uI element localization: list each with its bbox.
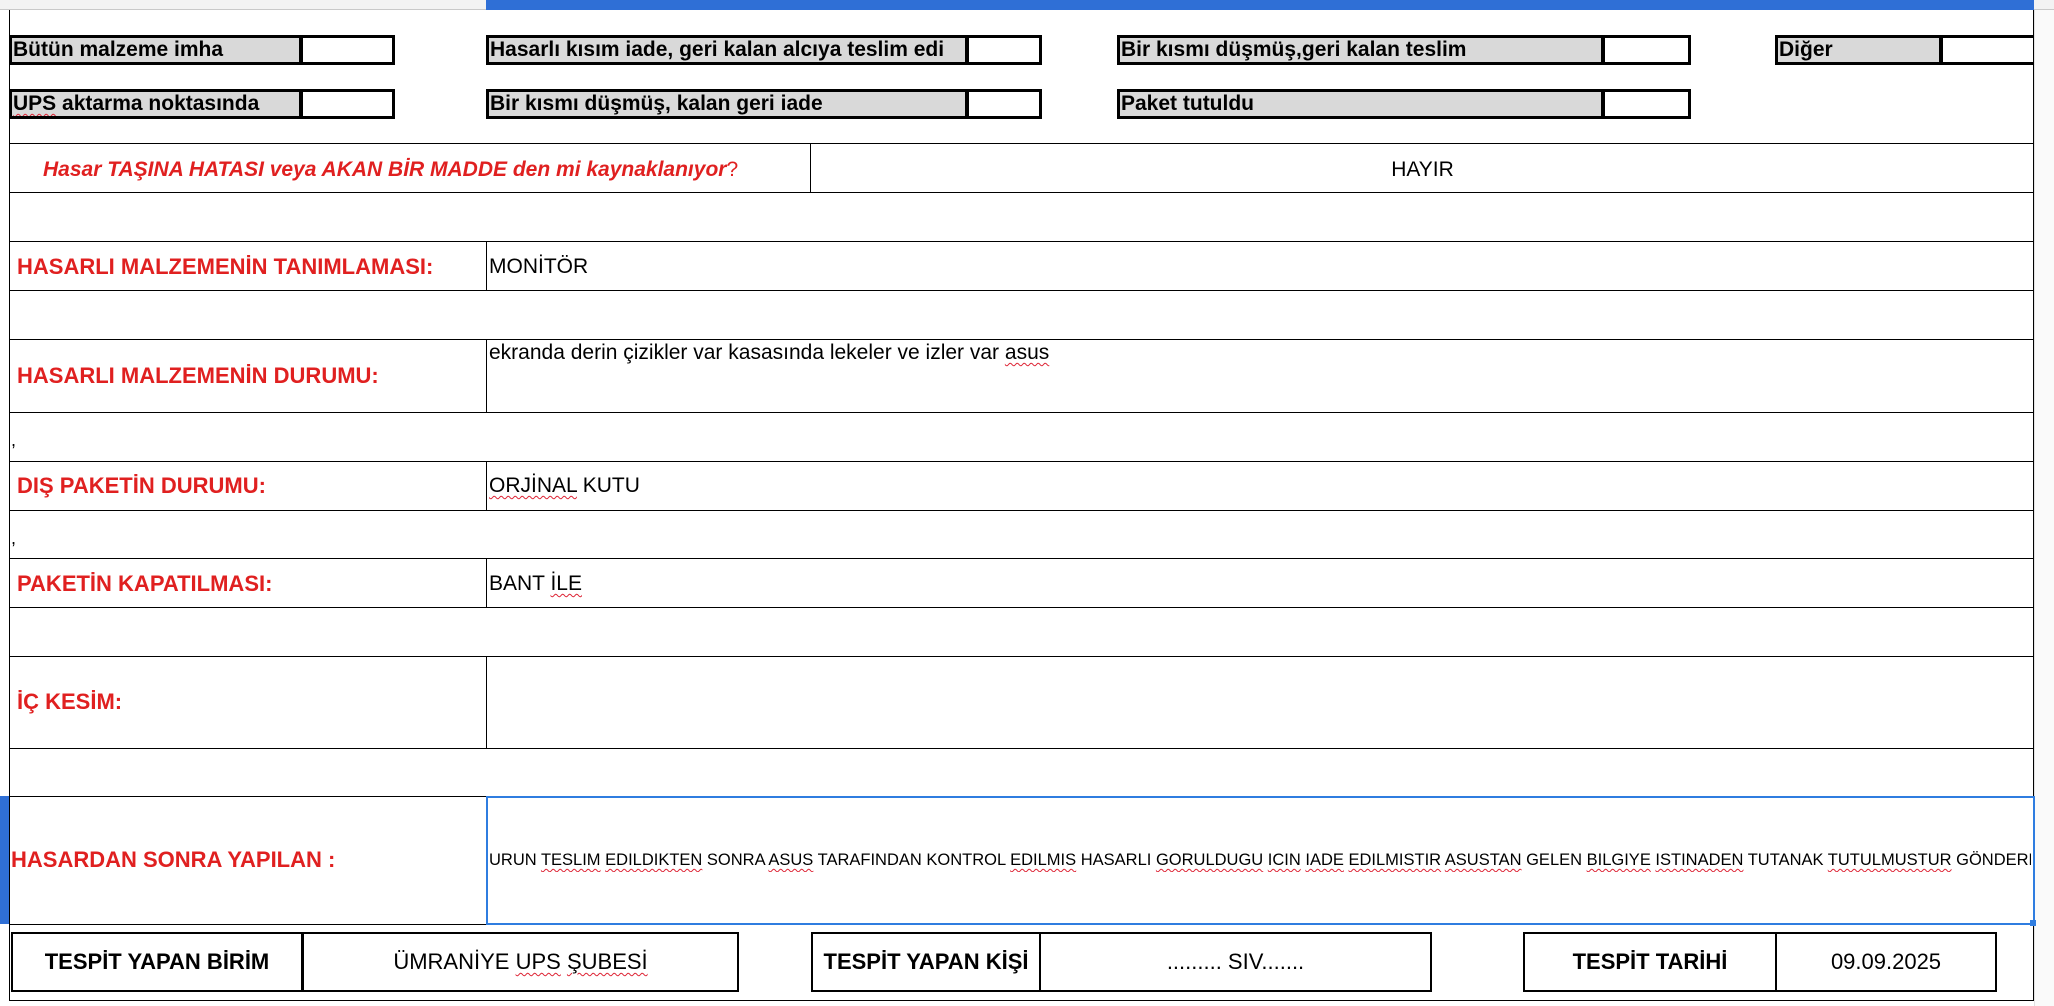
- detecting-unit-value[interactable]: ÜMRANİYE UPS ŞUBESİ: [302, 932, 739, 992]
- option-ups-aktarma-label: UPS aktarma noktasında: [9, 89, 302, 119]
- outer-package-label: DIŞ PAKETİN DURUMU:: [17, 473, 266, 498]
- package-closing-value[interactable]: BANT İLE: [489, 570, 582, 598]
- material-condition-label: HASARLI MALZEMENİN DURUMU:: [17, 363, 379, 388]
- option-ups-aktarma-checkbox[interactable]: [300, 89, 395, 119]
- option-bir-kismi-dusmus-iade-checkbox[interactable]: [966, 89, 1042, 119]
- row-divider: [9, 607, 2034, 608]
- row-divider: [9, 1000, 2034, 1001]
- option-bir-kismi-dusmus-teslim-checkbox[interactable]: [1602, 35, 1691, 65]
- option-bir-kismi-dusmus-iade-label: Bir kısmı düşmüş, kalan geri iade: [486, 89, 968, 119]
- detecting-person-value[interactable]: ......... SIV.......: [1039, 932, 1432, 992]
- detection-date-label: TESPİT TARİHİ: [1523, 932, 1777, 992]
- row-divider: [9, 412, 2034, 413]
- option-bir-kismi-dusmus-teslim-label: Bir kısmı düşmüş,geri kalan teslim: [1117, 35, 1604, 65]
- column-divider: [486, 558, 487, 607]
- cell-fill-handle[interactable]: [2030, 920, 2036, 926]
- row-divider: [9, 290, 2034, 291]
- table-top-border: [9, 143, 2034, 144]
- option-hasarli-kisim-iade-label: Hasarlı kısım iade, geri kalan alcıya te…: [486, 35, 968, 65]
- vertical-scrollbar[interactable]: [2034, 10, 2054, 1006]
- column-divider: [486, 241, 487, 290]
- stray-comma: ,: [11, 528, 17, 548]
- material-definition-value[interactable]: MONİTÖR: [489, 253, 588, 281]
- column-divider: [486, 656, 487, 748]
- column-divider: [486, 339, 487, 412]
- column-header-strip[interactable]: [0, 0, 2054, 10]
- option-diger-label: Diğer: [1775, 35, 1942, 65]
- table-left-border: [9, 10, 10, 1000]
- option-diger-checkbox[interactable]: [1940, 35, 2034, 65]
- option-hasarli-kisim-iade-checkbox[interactable]: [966, 35, 1042, 65]
- stray-comma: ,: [11, 430, 17, 450]
- detecting-unit-label: TESPİT YAPAN BİRİM: [11, 932, 303, 992]
- option-butun-malzeme-imha-label: Bütün malzeme imha: [9, 35, 302, 65]
- option-paket-tutuldu-label: Paket tutuldu: [1117, 89, 1604, 119]
- after-damage-action-value[interactable]: URUN TESLIM EDILDIKTEN SONRA ASUS TARAFI…: [489, 848, 2031, 872]
- package-closing-label: PAKETİN KAPATILMASI:: [17, 571, 273, 596]
- row-divider: [9, 510, 2034, 511]
- row-divider: [9, 241, 2034, 242]
- material-condition-value[interactable]: ekranda derin çizikler var kasasında lek…: [489, 339, 1049, 367]
- option-paket-tutuldu-checkbox[interactable]: [1602, 89, 1691, 119]
- row-divider: [9, 461, 2034, 462]
- damage-cause-question: Hasar TAŞINA HATASI veya AKAN BİR MADDE …: [43, 158, 739, 181]
- outer-package-value[interactable]: ORJİNAL KUTU: [489, 472, 640, 500]
- row-divider: [9, 192, 2034, 193]
- after-damage-action-label: HASARDAN SONRA YAPILAN :: [11, 847, 336, 872]
- material-definition-label: HASARLI MALZEMENİN TANIMLAMASI:: [17, 254, 434, 279]
- inner-cut-label: İÇ KESİM:: [17, 689, 123, 714]
- row-divider: [9, 558, 2034, 559]
- damage-cause-answer[interactable]: HAYIR: [812, 156, 2033, 184]
- row-divider: [9, 656, 2034, 657]
- option-butun-malzeme-imha-checkbox[interactable]: [300, 35, 395, 65]
- detecting-person-label: TESPİT YAPAN KİŞİ: [811, 932, 1041, 992]
- column-header-selected[interactable]: [486, 0, 2034, 10]
- row-header-selected[interactable]: [0, 796, 9, 924]
- column-divider: [486, 461, 487, 510]
- row-divider: [9, 748, 2034, 749]
- column-divider: [810, 143, 811, 192]
- detection-date-value[interactable]: 09.09.2025: [1775, 932, 1997, 992]
